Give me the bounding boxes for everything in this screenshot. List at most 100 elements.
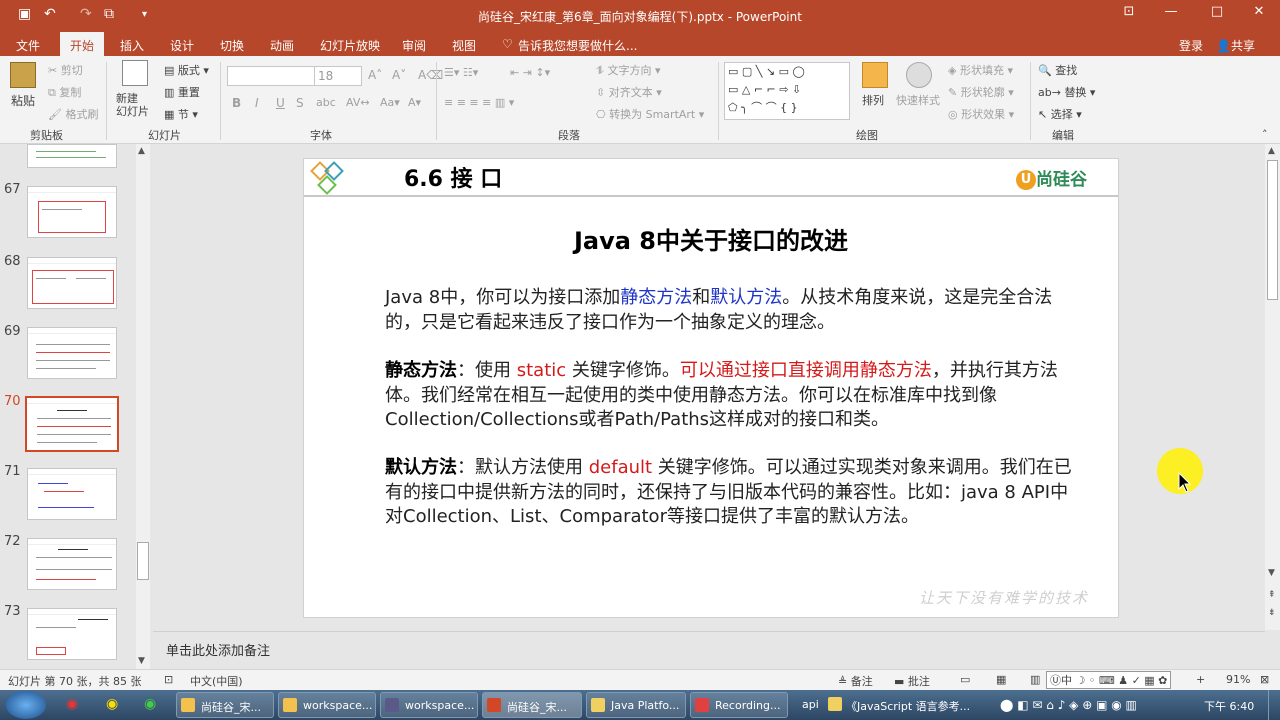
tab-design[interactable]: 设计 (170, 37, 194, 54)
shape-outline-button[interactable]: ✎ 形状轮廓 ▾ (948, 84, 1014, 100)
font-color-icon[interactable]: A▾ (408, 96, 421, 109)
ime-toolbar[interactable]: Ⓤ中 ☽ ◦ ⌨ ♟ ✓ ▦ ✿ (1046, 671, 1172, 689)
fit-slide-icon[interactable]: ⊠ (1260, 673, 1269, 686)
shapes-gallery[interactable]: ▭ ▢ ╲ ↘ ▭ ◯ ▭ △ ⌐ ⌐ ⇨ ⇩ ⬠ ╮ ⌒ ⌒ { } (724, 62, 850, 120)
shadow-button[interactable]: abc (316, 96, 336, 109)
shrink-font-icon[interactable]: A˅ (392, 68, 406, 82)
tab-animations[interactable]: 动画 (270, 37, 294, 54)
scroll-up-icon[interactable]: ▲ (138, 146, 145, 156)
format-painter-button[interactable]: 🖌 格式刷 (48, 106, 98, 122)
normal-view-icon[interactable]: ▭ (960, 673, 970, 686)
sign-in-link[interactable]: 登录 (1179, 37, 1203, 54)
minimize-button[interactable]: — (1156, 4, 1186, 26)
slide-thumbnail[interactable] (27, 538, 117, 590)
slide-thumbnail-selected[interactable] (25, 396, 119, 452)
taskbar-item[interactable]: workspace... (278, 692, 376, 718)
arrange-button[interactable]: 排列 (862, 92, 884, 108)
reading-view-icon[interactable]: ▥ (1030, 673, 1040, 686)
quick-styles-button[interactable]: 快速样式 (896, 92, 940, 108)
taskbar-item[interactable]: Java Platfo... (586, 692, 686, 718)
slide-thumbnail[interactable] (27, 144, 117, 168)
tell-me-icon[interactable]: ♡ (502, 37, 513, 51)
slide-canvas[interactable]: 6.6 接 口 U 尚硅谷 Java 8中关于接口的改进 Java 8中，你可以为… (303, 158, 1119, 618)
tell-me-input[interactable]: 告诉我您想要做什么... (518, 37, 637, 54)
taskbar-item[interactable]: 《JavaScript 语言参考... (824, 692, 974, 718)
tab-insert[interactable]: 插入 (120, 37, 144, 54)
strikethrough-button[interactable]: S (296, 96, 304, 110)
font-size-dropdown[interactable]: 18 (314, 66, 362, 86)
spellcheck-icon[interactable]: ⊡ (164, 673, 173, 686)
new-slide-icon[interactable] (122, 60, 148, 86)
notes-placeholder[interactable]: 单击此处添加备注 (166, 640, 270, 659)
tab-home[interactable]: 开始 (60, 32, 105, 56)
quick-styles-icon[interactable] (906, 62, 932, 88)
app-quicklaunch-icon[interactable]: ◉ (66, 696, 78, 712)
indent-icon[interactable]: ⇤ ⇥ ↕▾ (510, 66, 550, 79)
scrollbar-thumb[interactable] (1267, 160, 1278, 300)
slide-thumbnail[interactable] (27, 257, 117, 309)
share-button[interactable]: 👤共享 (1216, 37, 1255, 54)
zoom-in-icon[interactable]: + (1196, 673, 1205, 686)
shape-fill-button[interactable]: ◈ 形状填充 ▾ (948, 62, 1013, 78)
ribbon-display-options-icon[interactable]: ⊡ (1114, 4, 1144, 26)
reset-button[interactable]: ▥ 重置 (164, 84, 200, 100)
notes-button[interactable]: ≜ 备注 (838, 673, 873, 689)
paste-icon[interactable] (10, 62, 36, 88)
cut-button[interactable]: ✂ 剪切 (48, 62, 83, 78)
char-spacing-icon[interactable]: AV↔ (346, 96, 370, 109)
paste-button[interactable]: 粘贴 (11, 92, 35, 109)
tab-slideshow[interactable]: 幻灯片放映 (320, 37, 380, 54)
previous-slide-icon[interactable]: ⇞ (1268, 590, 1276, 600)
replace-button[interactable]: ab→ 替换 ▾ (1038, 84, 1095, 100)
shape-effects-button[interactable]: ◎ 形状效果 ▾ (948, 106, 1014, 122)
start-button[interactable] (6, 691, 46, 719)
chrome-icon[interactable]: ◉ (144, 696, 156, 712)
show-desktop-button[interactable] (1268, 690, 1280, 720)
arrange-icon[interactable] (862, 62, 888, 88)
underline-button[interactable]: U (276, 96, 285, 110)
smartart-button[interactable]: ⎔ 转换为 SmartArt ▾ (596, 106, 704, 122)
tab-file[interactable]: 文件 (16, 37, 40, 54)
maximize-button[interactable]: □ (1202, 4, 1232, 26)
tray-icons[interactable]: ⬤ ◧ ✉ ⌂ ♪ ◈ ⊕ ▣ ◉ ▥ (1000, 698, 1137, 712)
tab-review[interactable]: 审阅 (402, 37, 426, 54)
scroll-down-icon[interactable]: ▼ (1268, 568, 1275, 578)
taskbar-item[interactable]: 尚硅谷_宋... (176, 692, 274, 718)
bullets-icon[interactable]: ☰▾ ☷▾ (444, 66, 478, 79)
comments-button[interactable]: ▬ 批注 (894, 673, 930, 689)
slide-thumbnail[interactable] (27, 608, 117, 660)
system-clock[interactable]: 下午 6:40 (1204, 698, 1254, 714)
bold-button[interactable]: B (232, 96, 241, 110)
text-direction-button[interactable]: ⥮ 文字方向 ▾ (596, 62, 661, 78)
slide-thumbnail[interactable] (27, 468, 117, 520)
scroll-down-icon[interactable]: ▼ (138, 656, 145, 666)
slide-thumbnail[interactable] (27, 327, 117, 379)
close-button[interactable]: ✕ (1244, 4, 1274, 26)
select-button[interactable]: ↖ 选择 ▾ (1038, 106, 1082, 122)
next-slide-icon[interactable]: ⇟ (1268, 608, 1276, 618)
collapse-ribbon-icon[interactable]: ˄ (1262, 128, 1268, 141)
change-case-icon[interactable]: Aa▾ (380, 96, 400, 109)
scrollbar-thumb[interactable] (137, 542, 149, 580)
tab-view[interactable]: 视图 (452, 37, 476, 54)
language-indicator[interactable]: 中文(中国) (190, 673, 243, 689)
copy-button[interactable]: ⧉ 复制 (48, 84, 81, 100)
scroll-up-icon[interactable]: ▲ (1268, 146, 1275, 156)
taskbar-item[interactable]: workspace... (380, 692, 478, 718)
grow-font-icon[interactable]: A˄ (368, 68, 382, 82)
section-button[interactable]: ▦ 节 ▾ (164, 106, 198, 122)
tab-transitions[interactable]: 切换 (220, 37, 244, 54)
taskbar-item[interactable]: 尚硅谷_宋... (482, 692, 582, 718)
notes-pane[interactable]: 单击此处添加备注 (153, 631, 1265, 669)
find-button[interactable]: 🔍 查找 (1038, 62, 1077, 78)
taskbar-item[interactable]: Recording... (690, 692, 788, 718)
new-slide-button[interactable]: 新建 幻灯片 (116, 92, 149, 118)
layout-button[interactable]: ▤ 版式 ▾ (164, 62, 209, 78)
italic-button[interactable]: I (255, 96, 259, 110)
thumbnail-scrollbar[interactable]: ▲ ▼ (136, 144, 150, 669)
clear-format-icon[interactable]: A⌫ (418, 68, 443, 82)
app-quicklaunch-icon[interactable]: ◉ (106, 696, 118, 712)
slide-thumbnail[interactable] (27, 186, 117, 238)
align-text-button[interactable]: ⇳ 对齐文本 ▾ (596, 84, 662, 100)
editor-scrollbar[interactable]: ▲ ▼ ⇞ ⇟ (1265, 144, 1280, 630)
